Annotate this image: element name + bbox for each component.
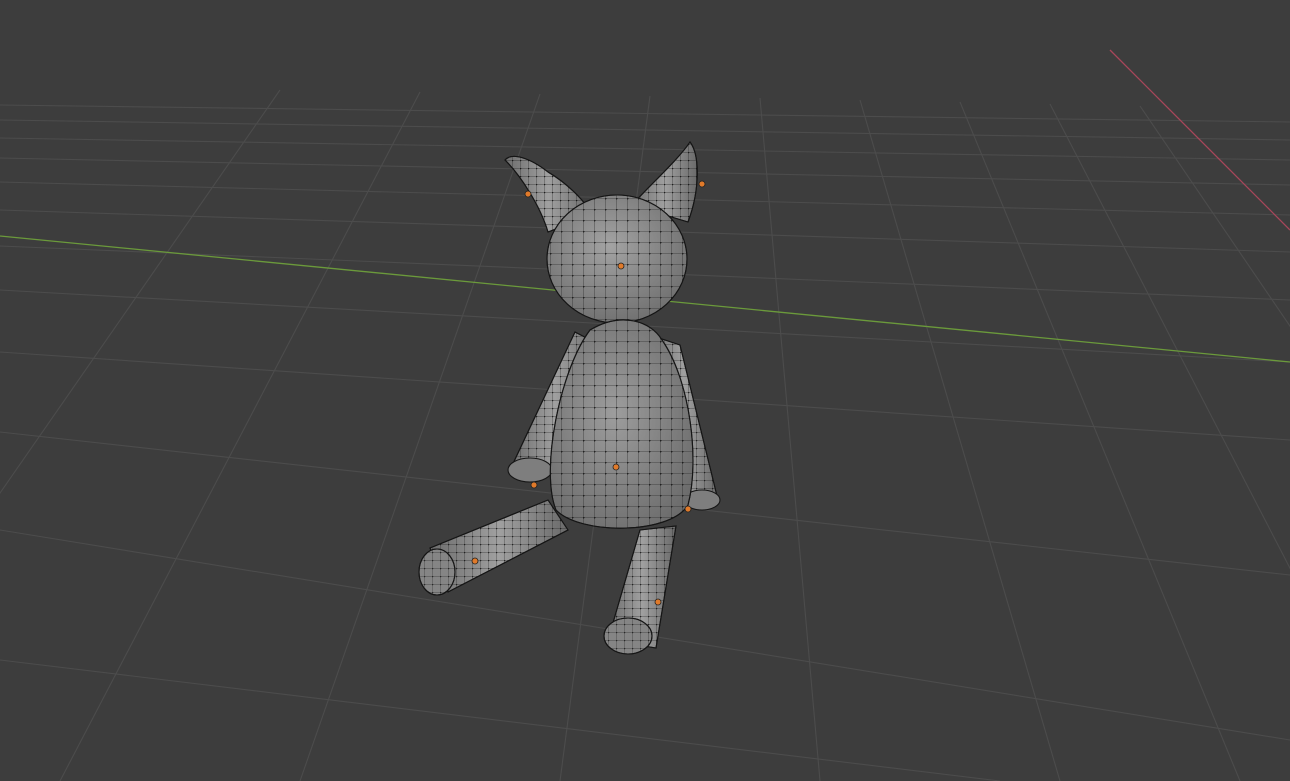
origin-point [530,481,538,489]
right-leg[interactable] [603,525,677,655]
mesh-object-bunny[interactable] [418,141,721,655]
origin-point [617,262,625,270]
origin-point [698,180,706,188]
3d-viewport[interactable] [0,0,1290,781]
origin-point [471,557,479,565]
head[interactable] [546,194,688,324]
origin-point [524,190,532,198]
origin-point [684,505,692,513]
left-leg[interactable] [418,499,569,596]
viewport-canvas[interactable] [0,0,1290,781]
origin-point [654,598,662,606]
origin-point [612,463,620,471]
